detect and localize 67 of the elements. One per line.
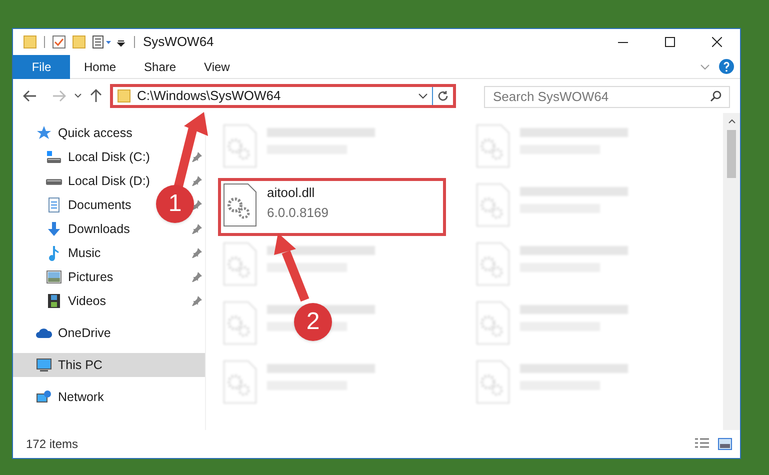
nav-item[interactable]: Local Disk (C:)	[13, 145, 156, 169]
file-gear-icon	[223, 183, 257, 227]
pin-icon[interactable]	[192, 176, 202, 186]
nav-item[interactable]: Pictures	[13, 265, 120, 289]
properties-icon[interactable]	[92, 35, 112, 49]
address-field[interactable]: C:\Windows\SysWOW64	[110, 84, 456, 108]
scrollbar[interactable]	[723, 113, 740, 430]
file-gear-icon	[476, 183, 510, 227]
pin-icon[interactable]	[192, 224, 202, 234]
chevron-down-icon[interactable]	[418, 92, 428, 100]
close-icon	[712, 37, 722, 47]
chevron-down-icon[interactable]	[74, 93, 82, 99]
file-gear-icon	[476, 360, 510, 404]
download-arrow-icon	[46, 221, 62, 237]
nav-item[interactable]: Videos	[13, 289, 112, 313]
search-field[interactable]: Search SysWOW64	[484, 86, 730, 108]
pin-icon[interactable]	[192, 296, 202, 306]
nav-item[interactable]: Documents	[13, 193, 138, 217]
pin-icon[interactable]	[192, 200, 202, 210]
details-view-icon[interactable]	[694, 438, 710, 450]
up-arrow-icon[interactable]	[90, 89, 102, 103]
pin-icon[interactable]	[192, 152, 202, 162]
nav-item[interactable]: Music	[13, 241, 107, 265]
picture-icon	[46, 269, 62, 285]
large-icons-view-icon[interactable]	[718, 438, 732, 450]
ribbon-tab[interactable]: Share	[130, 54, 190, 78]
back-arrow-icon[interactable]	[23, 90, 37, 102]
nav-item[interactable]: Quick access	[13, 121, 138, 145]
ribbon-tab[interactable]: View	[190, 54, 244, 78]
refresh-icon[interactable]	[437, 90, 449, 102]
computer-icon	[36, 357, 52, 373]
star-icon	[36, 125, 52, 141]
pin-icon[interactable]	[192, 272, 202, 282]
annotation-arrow	[274, 233, 310, 302]
file-gear-icon	[476, 301, 510, 345]
file-gear-icon	[223, 124, 257, 168]
drive-icon	[46, 149, 62, 165]
file-gear-icon	[223, 360, 257, 404]
nav-item[interactable]: Downloads	[13, 217, 136, 241]
nav-item[interactable]: OneDrive	[13, 321, 117, 345]
film-icon	[46, 293, 62, 309]
file-gear-icon	[476, 124, 510, 168]
file-detail: 6.0.0.8169	[267, 204, 328, 222]
search-icon	[710, 90, 722, 102]
checklist-icon[interactable]	[52, 35, 66, 49]
ribbon-tab[interactable]: Home	[70, 54, 130, 78]
file-gear-icon	[476, 242, 510, 286]
drive-icon	[46, 179, 62, 185]
window-title: SysWOW64	[143, 33, 214, 52]
file-gear-icon	[223, 242, 257, 286]
pin-icon[interactable]	[192, 248, 202, 258]
music-note-icon	[46, 245, 62, 261]
folder-icon	[117, 89, 131, 103]
help-icon[interactable]	[719, 59, 734, 74]
file-name: aitool.dll	[267, 184, 316, 202]
scroll-thumb[interactable]	[727, 130, 736, 178]
document-icon	[46, 197, 62, 213]
item-count: 172 items	[26, 436, 78, 453]
nav-item[interactable]: Network	[13, 385, 110, 409]
file-gear-icon	[223, 301, 257, 345]
ribbon-tab[interactable]: File	[13, 54, 70, 78]
nav-item[interactable]: This PC	[13, 353, 205, 377]
maximize-icon	[664, 37, 674, 47]
scroll-up-icon[interactable]	[728, 119, 736, 124]
file-tile[interactable]: aitool.dll 6.0.0.8169	[218, 178, 446, 236]
nav-item[interactable]: Local Disk (D:)	[13, 169, 156, 193]
network-icon	[36, 389, 52, 405]
